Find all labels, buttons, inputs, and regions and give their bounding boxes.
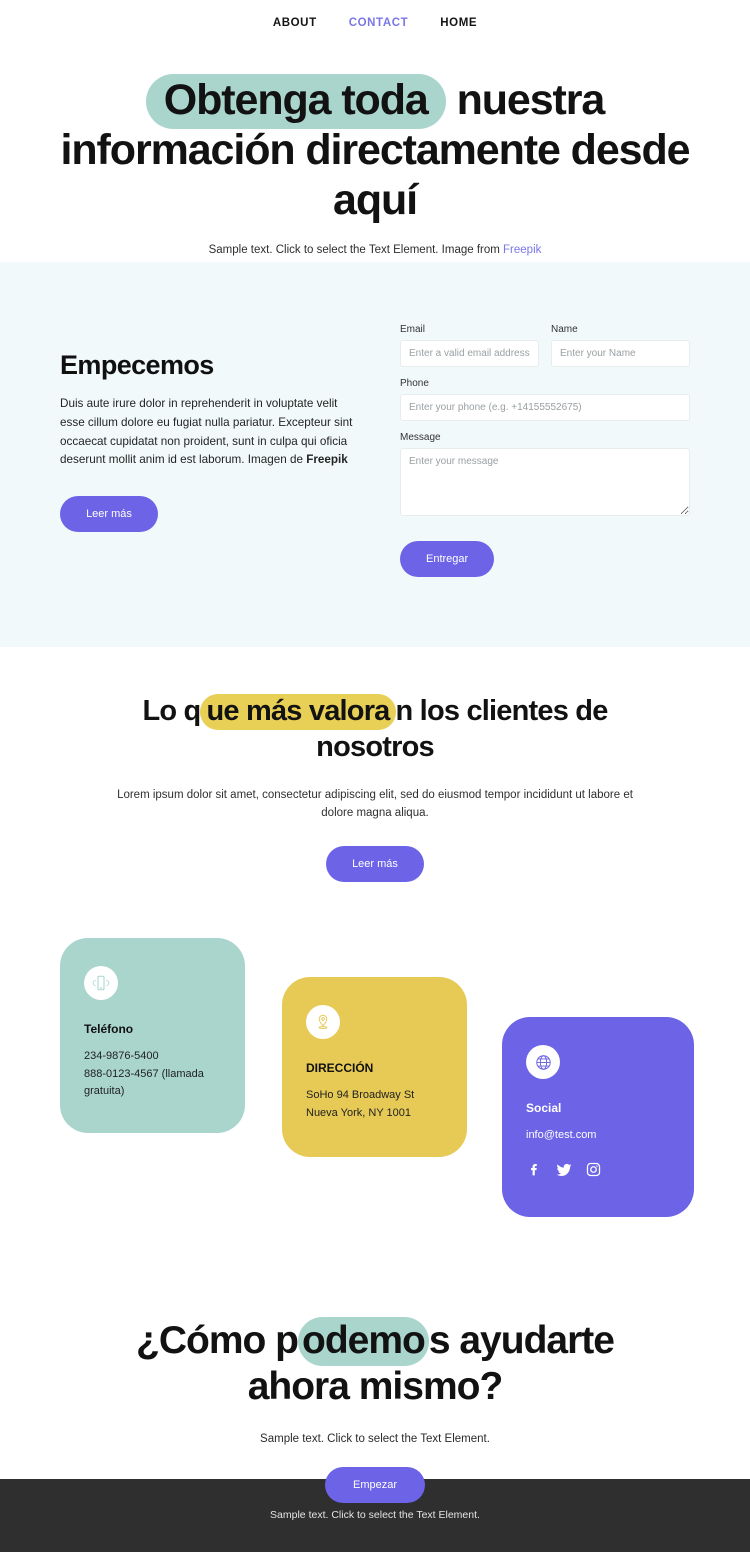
testimonials-title-highlight: ue más valora bbox=[200, 693, 396, 730]
card-text-phone: 234-9876-5400 888-0123-4567 (llamada gra… bbox=[84, 1050, 204, 1097]
message-label: Message bbox=[400, 431, 441, 443]
main-navigation: ABOUT CONTACT HOME bbox=[0, 0, 750, 46]
email-input[interactable] bbox=[400, 339, 539, 367]
contact-cards-section: Teléfono 234-9876-5400 888-0123-4567 (ll… bbox=[0, 922, 750, 1232]
testimonials-subtitle: Lorem ipsum dolor sit amet, consectetur … bbox=[117, 788, 633, 820]
hero-section: Obtenga toda nuestra información directa… bbox=[0, 46, 750, 256]
footer-text: Sample text. Click to select the Text El… bbox=[270, 1509, 480, 1521]
card-title-social: Social bbox=[526, 1101, 562, 1116]
email-label: Email bbox=[400, 323, 426, 335]
cta-title: ¿Cómo p odemo s ayudarte ahora mismo? bbox=[90, 1317, 660, 1410]
form-section-body: Duis aute irure dolor in reprehenderit i… bbox=[60, 395, 360, 471]
testimonials-button-wrap: Leer más bbox=[105, 846, 645, 883]
form-field-message: Message bbox=[400, 432, 690, 521]
testimonials-title: Lo q ue más valora n los clientes de nosot… bbox=[105, 693, 645, 766]
contact-form: Email Name Phone Message Entregar bbox=[400, 322, 690, 577]
form-section-body-bold: Freepik bbox=[306, 453, 348, 467]
read-more-button[interactable]: Leer más bbox=[60, 496, 158, 533]
phone-input[interactable] bbox=[400, 393, 690, 421]
form-field-phone: Phone bbox=[400, 378, 690, 421]
testimonials-read-more-button[interactable]: Leer más bbox=[326, 846, 424, 883]
contact-form-section: Empecemos Duis aute irure dolor in repre… bbox=[0, 261, 750, 647]
hero-subtitle-text: Sample text. Click to select the Text El… bbox=[208, 243, 504, 256]
contact-card-social: Social info@test.com bbox=[502, 1017, 694, 1218]
social-links-row bbox=[526, 1161, 670, 1179]
location-pin-icon bbox=[306, 1005, 340, 1040]
form-section-heading: Empecemos bbox=[60, 349, 214, 380]
card-title-address: DIRECCIÓN bbox=[306, 1061, 374, 1076]
contact-card-address: DIRECCIÓN SoHo 94 Broadway St Nueva York… bbox=[282, 977, 467, 1158]
nav-item-about[interactable]: ABOUT bbox=[273, 17, 317, 29]
form-field-email: Email bbox=[400, 324, 539, 367]
hero-subtitle: Sample text. Click to select the Text El… bbox=[60, 244, 690, 256]
instagram-icon[interactable] bbox=[585, 1161, 602, 1178]
cta-title-part1: ¿Cómo p bbox=[136, 1319, 299, 1363]
cta-start-button[interactable]: Empezar bbox=[325, 1466, 425, 1503]
message-textarea[interactable] bbox=[400, 447, 690, 516]
nav-item-contact[interactable]: CONTACT bbox=[349, 17, 409, 29]
submit-button[interactable]: Entregar bbox=[400, 540, 495, 577]
cta-subtitle: Sample text. Click to select the Text El… bbox=[260, 1432, 490, 1445]
twitter-icon[interactable] bbox=[555, 1161, 573, 1179]
mobile-phone-icon bbox=[84, 966, 118, 1001]
testimonials-title-part1: Lo q bbox=[142, 694, 201, 727]
facebook-icon[interactable] bbox=[526, 1161, 543, 1178]
card-title-phone: Teléfono bbox=[84, 1022, 134, 1037]
hero-title: Obtenga toda nuestra información directa… bbox=[60, 74, 691, 226]
cta-title-highlight: odemo bbox=[298, 1317, 429, 1367]
cta-button-wrap: Empezar bbox=[90, 1466, 660, 1503]
name-label: Name bbox=[551, 323, 578, 335]
testimonials-section: Lo q ue más valora n los clientes de nosot… bbox=[0, 646, 750, 883]
globe-icon bbox=[526, 1045, 560, 1080]
form-row-email-name: Email Name bbox=[400, 324, 690, 378]
card-text-social: info@test.com bbox=[526, 1129, 597, 1142]
nav-item-home[interactable]: HOME bbox=[440, 17, 477, 29]
hero-title-highlight: Obtenga toda bbox=[145, 74, 446, 129]
card-text-address: SoHo 94 Broadway St Nueva York, NY 1001 bbox=[306, 1089, 415, 1119]
freepik-link[interactable]: Freepik bbox=[503, 244, 541, 256]
contact-card-phone: Teléfono 234-9876-5400 888-0123-4567 (ll… bbox=[60, 938, 245, 1134]
cta-section: ¿Cómo p odemo s ayudarte ahora mismo? Samp… bbox=[0, 1232, 750, 1503]
phone-label: Phone bbox=[400, 377, 429, 389]
form-field-name: Name bbox=[551, 324, 690, 367]
name-input[interactable] bbox=[551, 339, 690, 367]
form-section-left: Empecemos Duis aute irure dolor in repre… bbox=[60, 322, 360, 533]
